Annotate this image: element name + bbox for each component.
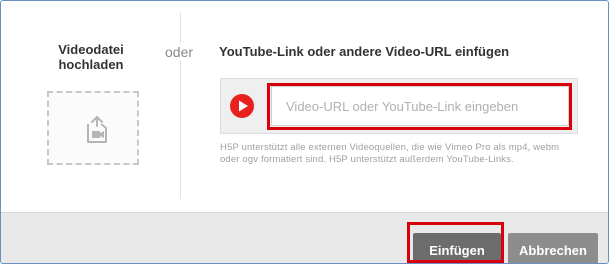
upload-video-icon (87, 116, 107, 143)
url-input-row (220, 78, 578, 134)
upload-title: Videodatei hochladen (21, 42, 161, 72)
help-text: H5P unterstützt alle externen Videoquell… (220, 142, 560, 165)
or-separator: oder (163, 44, 196, 60)
upload-title-line1: Videodatei (58, 42, 124, 57)
url-section-title: YouTube-Link oder andere Video-URL einfü… (219, 44, 510, 59)
upload-section: Videodatei hochladen (1, 1, 179, 211)
video-url-input[interactable] (271, 86, 569, 126)
cancel-button[interactable]: Abbrechen (508, 233, 598, 263)
upload-title-line2: hochladen (58, 57, 124, 72)
section-divider (180, 13, 181, 199)
video-insert-dialog: Videodatei hochladen oder YouTube-Link o… (0, 0, 609, 264)
dialog-footer: Einfügen Abbrechen (1, 212, 608, 263)
insert-button[interactable]: Einfügen (413, 233, 501, 263)
upload-dropzone[interactable] (47, 91, 139, 165)
youtube-play-icon (230, 94, 254, 118)
